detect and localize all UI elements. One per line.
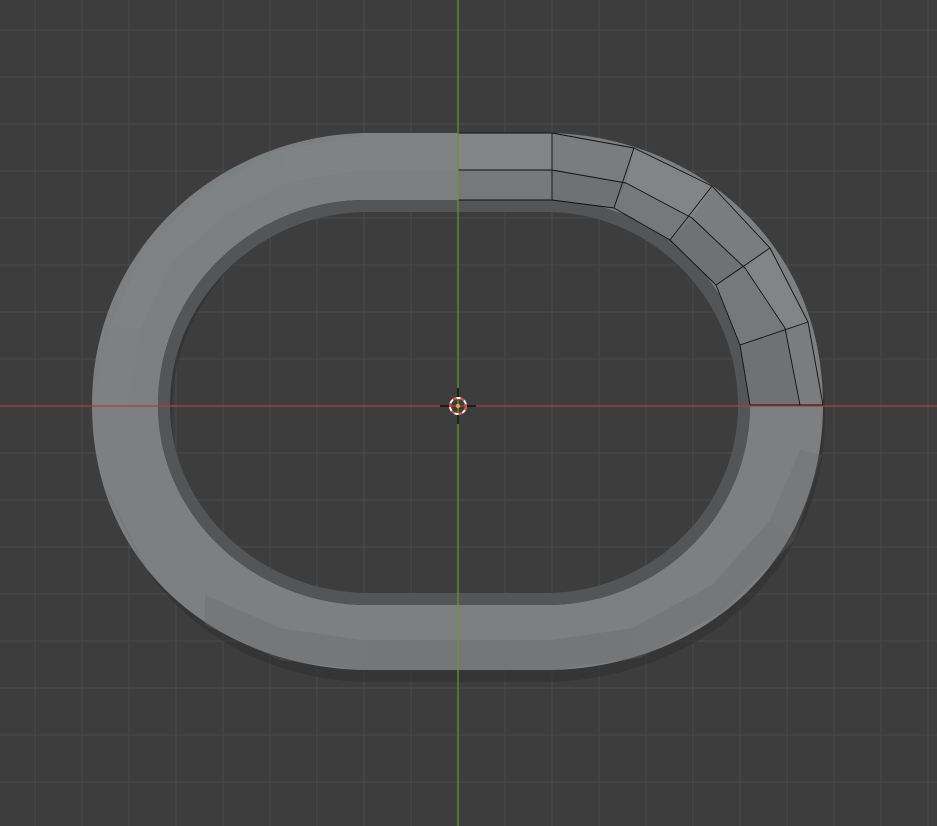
viewport-canvas[interactable]	[0, 0, 937, 826]
cursor-origin-dot	[455, 403, 461, 409]
facet-highlight	[362, 133, 458, 170]
facet-shade	[362, 640, 552, 670]
3d-viewport[interactable]	[0, 0, 937, 826]
selected-face	[458, 170, 552, 200]
selected-face	[458, 133, 552, 170]
